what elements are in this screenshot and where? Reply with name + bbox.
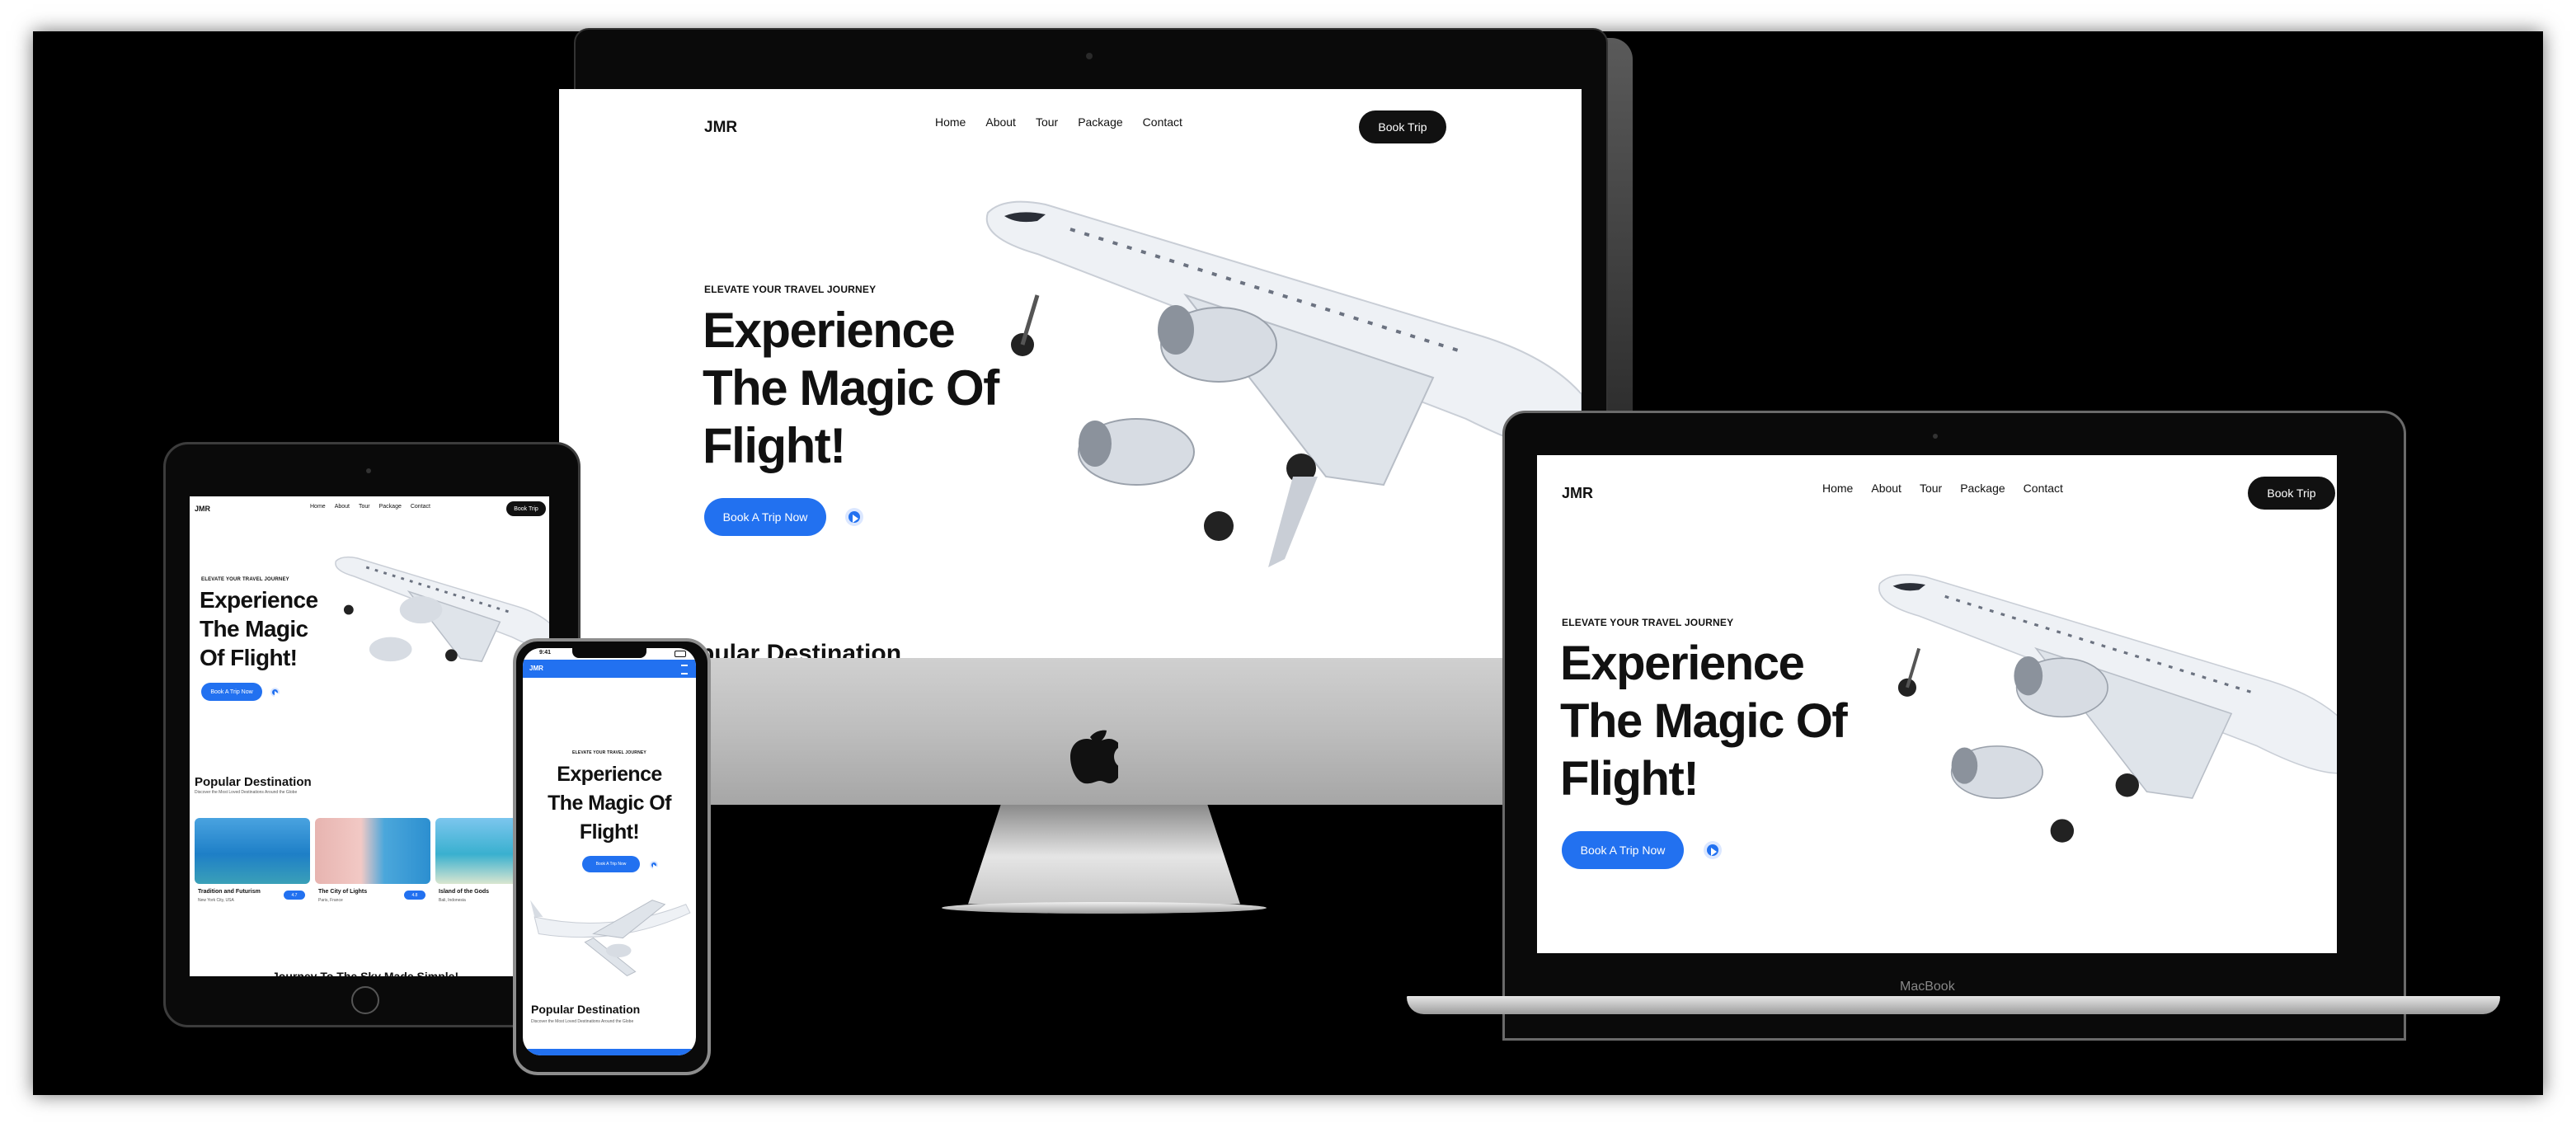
destination-card-peek: [523, 1049, 696, 1055]
rating-badge: 4.7: [284, 891, 305, 900]
destination-card[interactable]: Tradition and Futurism New York City, US…: [195, 818, 310, 917]
hero-eyebrow: ELEVATE YOUR TRAVEL JOURNEY: [572, 750, 646, 755]
hero-headline: Experience The Magic Of Flight!: [703, 303, 999, 473]
nav-contact[interactable]: Contact: [411, 504, 430, 510]
section-title: Popular Destination: [195, 775, 312, 789]
destination-image: [195, 818, 310, 884]
hero-eyebrow: ELEVATE YOUR TRAVEL JOURNEY: [201, 577, 289, 582]
hero-eyebrow: ELEVATE YOUR TRAVEL JOURNEY: [1562, 617, 1734, 628]
destination-name: Tradition and Futurism: [198, 889, 261, 895]
phone-status-bar: 9:41: [523, 648, 696, 660]
ipad-camera: [366, 468, 371, 473]
book-trip-now-button[interactable]: Book A Trip Now: [582, 856, 640, 872]
brand-logo[interactable]: JMR: [704, 119, 737, 137]
destination-location: Bali, Indonesia: [439, 898, 466, 903]
book-trip-button[interactable]: Book Trip: [2248, 477, 2335, 510]
nav-about[interactable]: About: [335, 504, 350, 510]
brand-logo[interactable]: JMR: [195, 505, 210, 513]
airplane-image: [530, 900, 691, 977]
play-video-button[interactable]: [651, 862, 660, 872]
destination-image: [315, 818, 430, 884]
ipad-home-button: [351, 986, 379, 1014]
nav-tour[interactable]: Tour: [1920, 482, 1942, 495]
nav-about[interactable]: About: [1871, 482, 1901, 495]
book-trip-now-button[interactable]: Book A Trip Now: [201, 683, 262, 701]
book-trip-button[interactable]: Book Trip: [506, 501, 546, 516]
ipad-screen: JMR Home About Tour Package Contact Book…: [190, 496, 549, 976]
brand-logo[interactable]: JMR: [1562, 485, 1593, 502]
hero-eyebrow: ELEVATE YOUR TRAVEL JOURNEY: [704, 284, 877, 295]
imac-screen: JMR Home About Tour Package Contact Book…: [559, 89, 1582, 658]
nav-tour[interactable]: Tour: [359, 504, 370, 510]
destination-card[interactable]: The City of Lights Paris, France 4.8: [315, 818, 430, 917]
iphone-screen: 9:41 JMR ELEVATE YOUR TRAVEL JOURNEY Exp…: [523, 648, 696, 1055]
nav-home[interactable]: Home: [1822, 482, 1853, 495]
macbook-screen: JMR Home About Tour Package Contact Book…: [1537, 455, 2337, 953]
nav-menu: Home About Tour Package Contact: [935, 115, 1182, 129]
nav-contact[interactable]: Contact: [2024, 482, 2063, 495]
book-trip-button[interactable]: Book Trip: [1359, 110, 1446, 143]
battery-icon: [675, 651, 686, 657]
nav-package[interactable]: Package: [1078, 115, 1122, 129]
book-trip-now-button[interactable]: Book A Trip Now: [1562, 831, 1684, 869]
nav-menu: Home About Tour Package Contact: [310, 504, 430, 510]
hamburger-menu-icon[interactable]: [681, 665, 688, 674]
play-video-button[interactable]: [848, 511, 860, 523]
airplane-image: [985, 200, 1582, 567]
section-subtitle: Discover the Most Loved Destinations Aro…: [531, 1019, 634, 1024]
nav-about[interactable]: About: [985, 115, 1016, 129]
desktop-section-title: pular Destination: [699, 640, 902, 658]
hero-headline: Experience The Magic Of Flight!: [200, 587, 318, 670]
apple-logo-icon: [1062, 719, 1123, 789]
section-subtitle: Discover the Most Loved Destinations Aro…: [195, 790, 298, 795]
imac-camera: [1086, 53, 1093, 59]
imac-stand-base: [942, 902, 1267, 914]
book-trip-now-button[interactable]: Book A Trip Now: [704, 498, 826, 536]
macbook-label: MacBook: [1900, 980, 1955, 994]
rating-badge: 4.8: [404, 891, 425, 900]
hero-headline: Experience The Magic Of Flight!: [1560, 637, 1848, 806]
hero-headline: Experience The Magic Of Flight!: [548, 763, 671, 844]
nav-home[interactable]: Home: [310, 504, 326, 510]
nav-tour[interactable]: Tour: [1036, 115, 1058, 129]
destination-location: New York City, USA: [198, 898, 234, 903]
section-title-partial: Journey To The Sky Made Simple!: [272, 970, 459, 976]
mockup-backdrop: JMR Home About Tour Package Contact Book…: [33, 28, 2543, 1095]
phone-time: 9:41: [539, 650, 552, 656]
nav-contact[interactable]: Contact: [1143, 115, 1182, 129]
destination-location: Paris, France: [318, 898, 343, 903]
nav-menu: Home About Tour Package Contact: [1822, 482, 2063, 495]
section-title: Popular Destination: [531, 1003, 641, 1016]
nav-home[interactable]: Home: [935, 115, 966, 129]
airplane-image: [1878, 574, 2337, 843]
phone-header: JMR: [523, 660, 696, 678]
phone-notch: [572, 648, 646, 658]
destination-name: Island of the Gods: [439, 889, 490, 895]
nav-package[interactable]: Package: [379, 504, 402, 510]
macbook-base: [1407, 996, 2500, 1014]
brand-logo[interactable]: JMR: [529, 665, 543, 672]
nav-package[interactable]: Package: [1960, 482, 2005, 495]
destination-name: The City of Lights: [318, 889, 368, 895]
play-video-button[interactable]: [272, 689, 280, 699]
macbook-camera: [1933, 434, 1938, 439]
play-video-button[interactable]: [1707, 844, 1718, 856]
